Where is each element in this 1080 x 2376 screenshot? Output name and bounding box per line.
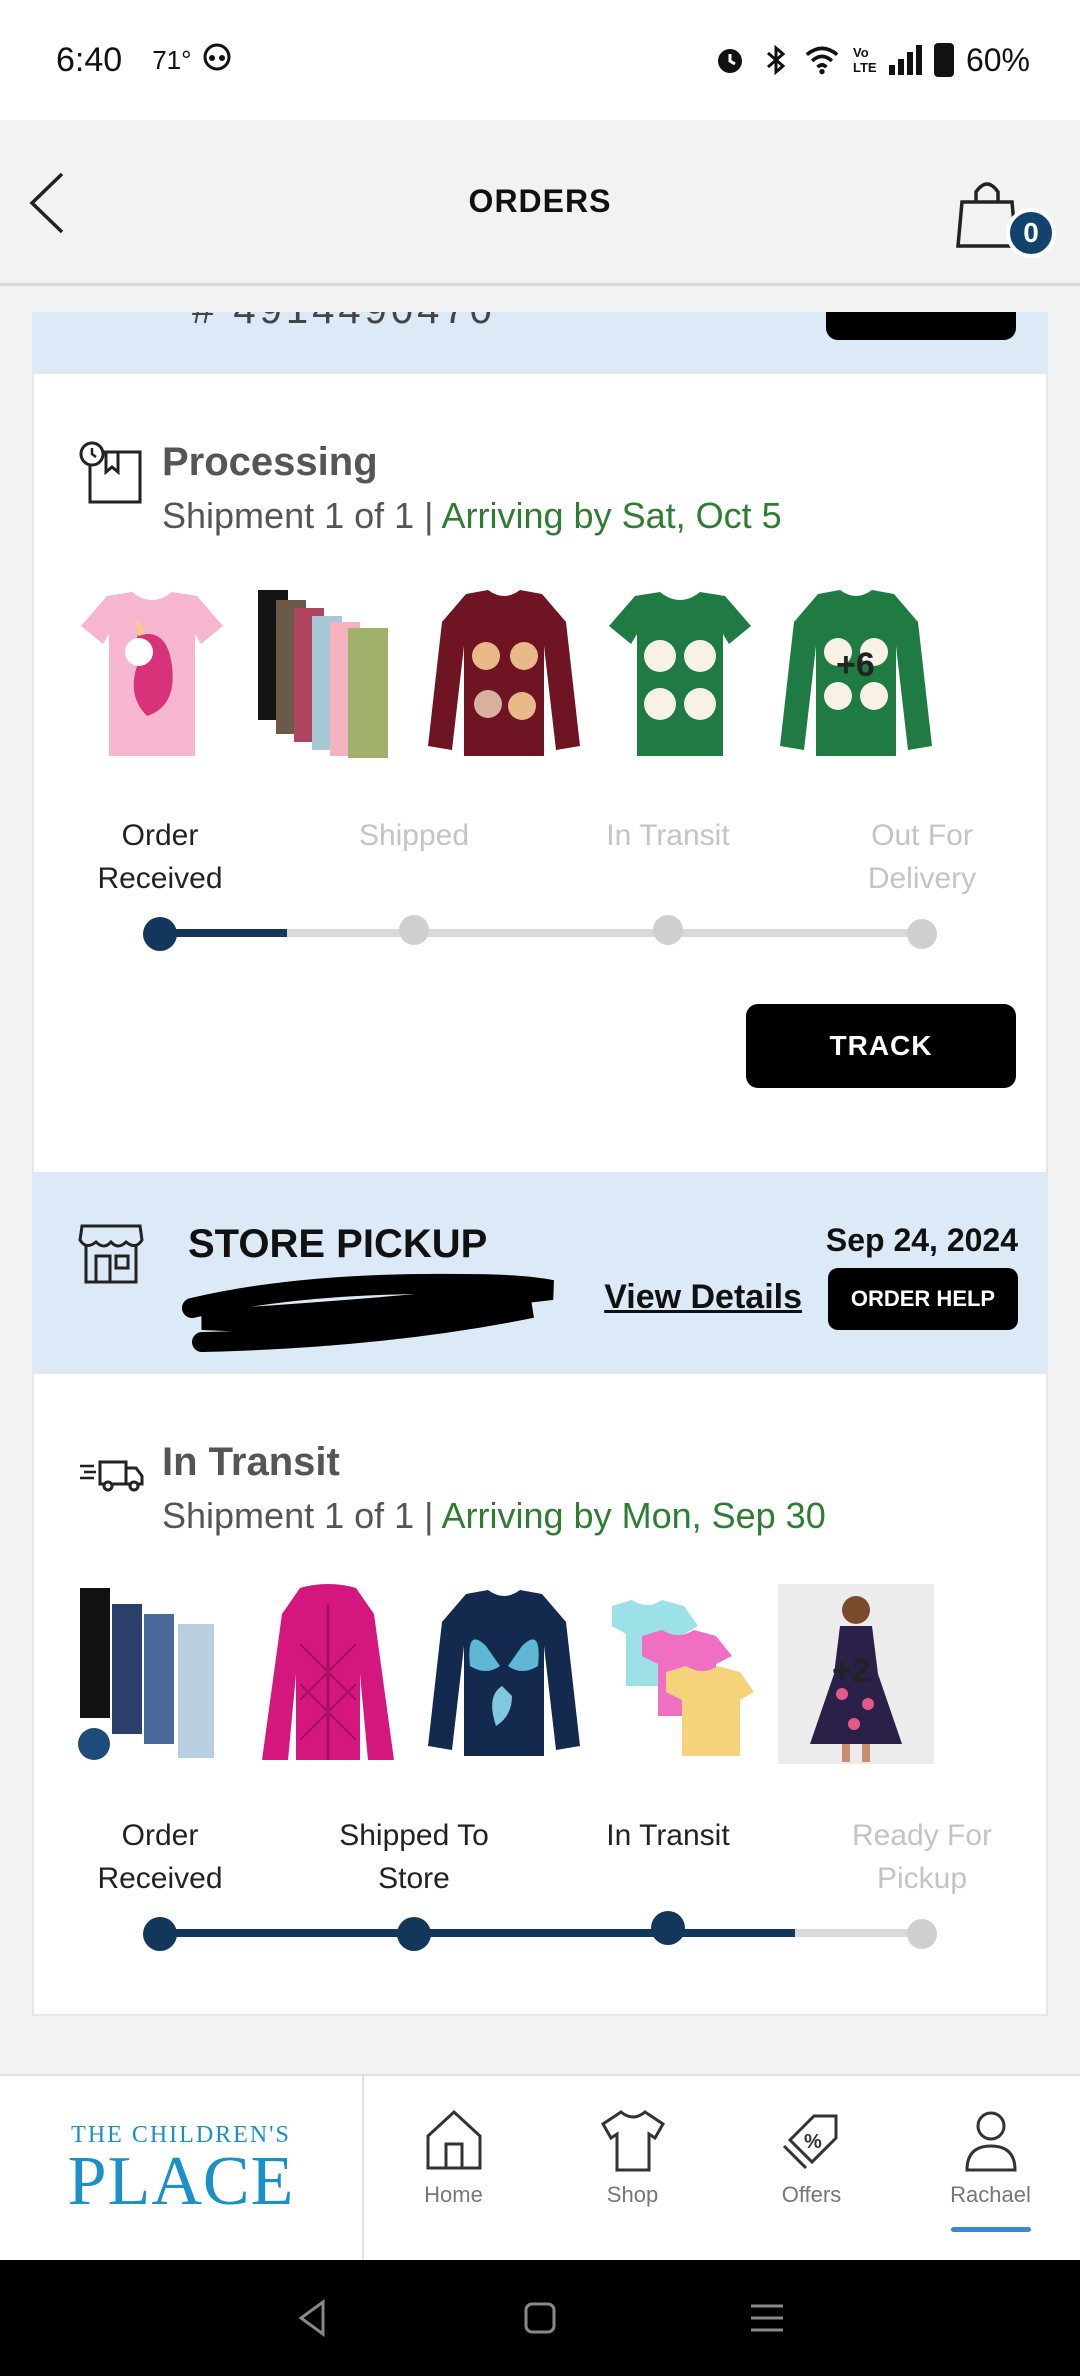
product-image-cat-longsleeve-more[interactable]: +6: [778, 584, 934, 764]
shipment-status: Processing: [162, 440, 378, 484]
step-dot-3: [651, 1911, 685, 1945]
product-image-quilted-jacket[interactable]: [250, 1584, 406, 1764]
nav-account-label: Rachael: [950, 2182, 1031, 2207]
system-navigation-bar: [0, 2260, 1080, 2376]
svg-text:Vo: Vo: [853, 45, 869, 60]
bluetooth-icon: [759, 43, 793, 77]
battery-icon: [933, 43, 954, 77]
home-icon: [426, 2109, 481, 2170]
orders-screen: 6:40 71° Vo LTE 60% ORDERS 0 Processing …: [0, 0, 1080, 2376]
product-thumbnails: +2: [74, 1584, 934, 1764]
step-ready-for-pickup: Ready For Pickup: [851, 1819, 993, 1895]
product-image-jeans-pack[interactable]: [74, 1584, 230, 1764]
shipment-status: In Transit: [162, 1440, 340, 1484]
nav-home-label: Home: [424, 2182, 483, 2207]
wifi-icon: [805, 43, 839, 77]
redacted-order-number: [182, 1273, 554, 1352]
view-details-link[interactable]: View Details: [604, 1278, 802, 1317]
step-in-transit: In Transit: [606, 1819, 730, 1852]
step-order-received: Order Received: [97, 819, 223, 895]
order-type-title: STORE PICKUP: [188, 1222, 488, 1266]
shipment-info: Shipment 1 of 1 | Arriving by Mon, Sep 3…: [162, 1495, 826, 1537]
order-number-partial: # 4914490470: [192, 312, 496, 333]
svg-text:%: %: [804, 2131, 822, 2153]
bottom-navigation: THE CHILDREN'S PLACE Home Shop % Offers …: [0, 2074, 1080, 2260]
status-icons: Vo LTE 60%: [713, 42, 1030, 79]
cell-signal-icon: [888, 45, 922, 75]
product-image-tee-pack[interactable]: [602, 1584, 758, 1764]
nav-home[interactable]: Home: [364, 2076, 543, 2260]
step-shipped-to-store: Shipped To Store: [339, 1819, 489, 1895]
more-items-count: +2: [832, 1652, 871, 1690]
delivery-truck-icon: [80, 1460, 144, 1492]
product-thumbnails: +6: [74, 584, 934, 764]
store-icon: [78, 1224, 144, 1284]
active-tab-indicator: [950, 2227, 1031, 2232]
order-help-button-partial[interactable]: [826, 312, 1016, 340]
nav-shop[interactable]: Shop: [543, 2076, 722, 2260]
shipment-header: Processing Shipment 1 of 1 | Arriving by…: [78, 440, 782, 537]
product-image-leggings-pack[interactable]: [250, 584, 406, 764]
svg-text:LTE: LTE: [853, 60, 877, 75]
account-icon: [964, 2111, 1017, 2172]
order-help-button[interactable]: ORDER HELP: [828, 1268, 1018, 1330]
shipment-count: Shipment 1 of 1 |: [162, 1495, 442, 1536]
nav-shop-label: Shop: [606, 2182, 659, 2207]
track-button[interactable]: TRACK: [746, 1004, 1016, 1088]
step-dot-1: [143, 1917, 177, 1951]
more-items-count: +6: [836, 646, 875, 684]
status-time: 6:40: [56, 40, 123, 79]
progress-fill: [160, 1929, 795, 1937]
step-dot-3: [653, 915, 683, 945]
arrival-date: Arriving by Sat, Oct 5: [441, 495, 782, 536]
step-dot-1: [143, 917, 177, 951]
offers-tag-icon: %: [782, 2114, 837, 2170]
product-image-floral-dress-more[interactable]: +2: [778, 1584, 934, 1764]
page-title: ORDERS: [468, 183, 612, 219]
product-image-cat-tee[interactable]: [602, 584, 758, 764]
back-arrow-icon[interactable]: [24, 168, 74, 238]
store-pickup-header: STORE PICKUP Sep 24, 2024 View Details O…: [32, 1172, 1048, 1372]
arrival-date: Arriving by Mon, Sep 30: [441, 1495, 826, 1536]
shipment-card-in-transit: In Transit Shipment 1 of 1 | Arriving by…: [32, 1372, 1048, 2016]
product-image-unicorn-tee[interactable]: [74, 584, 230, 764]
shirt-icon: [600, 2110, 665, 2172]
step-in-transit: In Transit: [606, 819, 730, 852]
shipment-header: In Transit Shipment 1 of 1 | Arriving by…: [78, 1440, 826, 1537]
step-dot-2: [399, 915, 429, 945]
step-dot-4: [907, 1919, 937, 1949]
product-image-butterfly-longsleeve[interactable]: [426, 1584, 582, 1764]
package-clock-icon: [79, 441, 142, 504]
brand-logo[interactable]: THE CHILDREN'S PLACE: [0, 2076, 364, 2260]
product-image-cookie-longsleeve[interactable]: [426, 584, 582, 764]
alarm-icon: [713, 43, 747, 77]
step-out-for-delivery: Out For Delivery: [867, 819, 977, 895]
step-dot-2: [397, 1917, 431, 1951]
nav-account[interactable]: Rachael: [901, 2076, 1080, 2260]
step-order-received: Order Received: [97, 1819, 223, 1895]
system-home-icon[interactable]: [516, 2294, 564, 2342]
cart-count-badge: 0: [1006, 208, 1056, 258]
shipment-info: Shipment 1 of 1 | Arriving by Sat, Oct 5: [162, 495, 782, 537]
step-dot-4: [907, 919, 937, 949]
system-recents-icon[interactable]: [743, 2294, 791, 2342]
weather-face-icon: [202, 42, 232, 79]
nav-offers[interactable]: % Offers: [722, 2076, 901, 2260]
shipment-card-processing: Processing Shipment 1 of 1 | Arriving by…: [32, 372, 1048, 1190]
status-bar: 6:40 71° Vo LTE 60%: [0, 0, 1080, 120]
brand-logo-bottom: PLACE: [67, 2142, 295, 2220]
step-shipped: Shipped: [358, 819, 470, 852]
order-header-partial: # 4914490470: [32, 312, 1048, 372]
progress-fill: [160, 929, 287, 937]
order-date: Sep 24, 2024: [825, 1222, 1018, 1258]
app-header: ORDERS 0: [0, 120, 1080, 286]
volte-icon: Vo LTE: [851, 43, 877, 77]
orders-list[interactable]: # 4914490470 Processing Shipment 1 of 1 …: [0, 312, 1080, 2074]
battery-percent: 60%: [965, 41, 1030, 78]
status-temp: 71°: [152, 44, 192, 75]
nav-offers-label: Offers: [781, 2182, 842, 2207]
shipment-count: Shipment 1 of 1 |: [162, 495, 442, 536]
system-back-icon[interactable]: [289, 2294, 337, 2342]
